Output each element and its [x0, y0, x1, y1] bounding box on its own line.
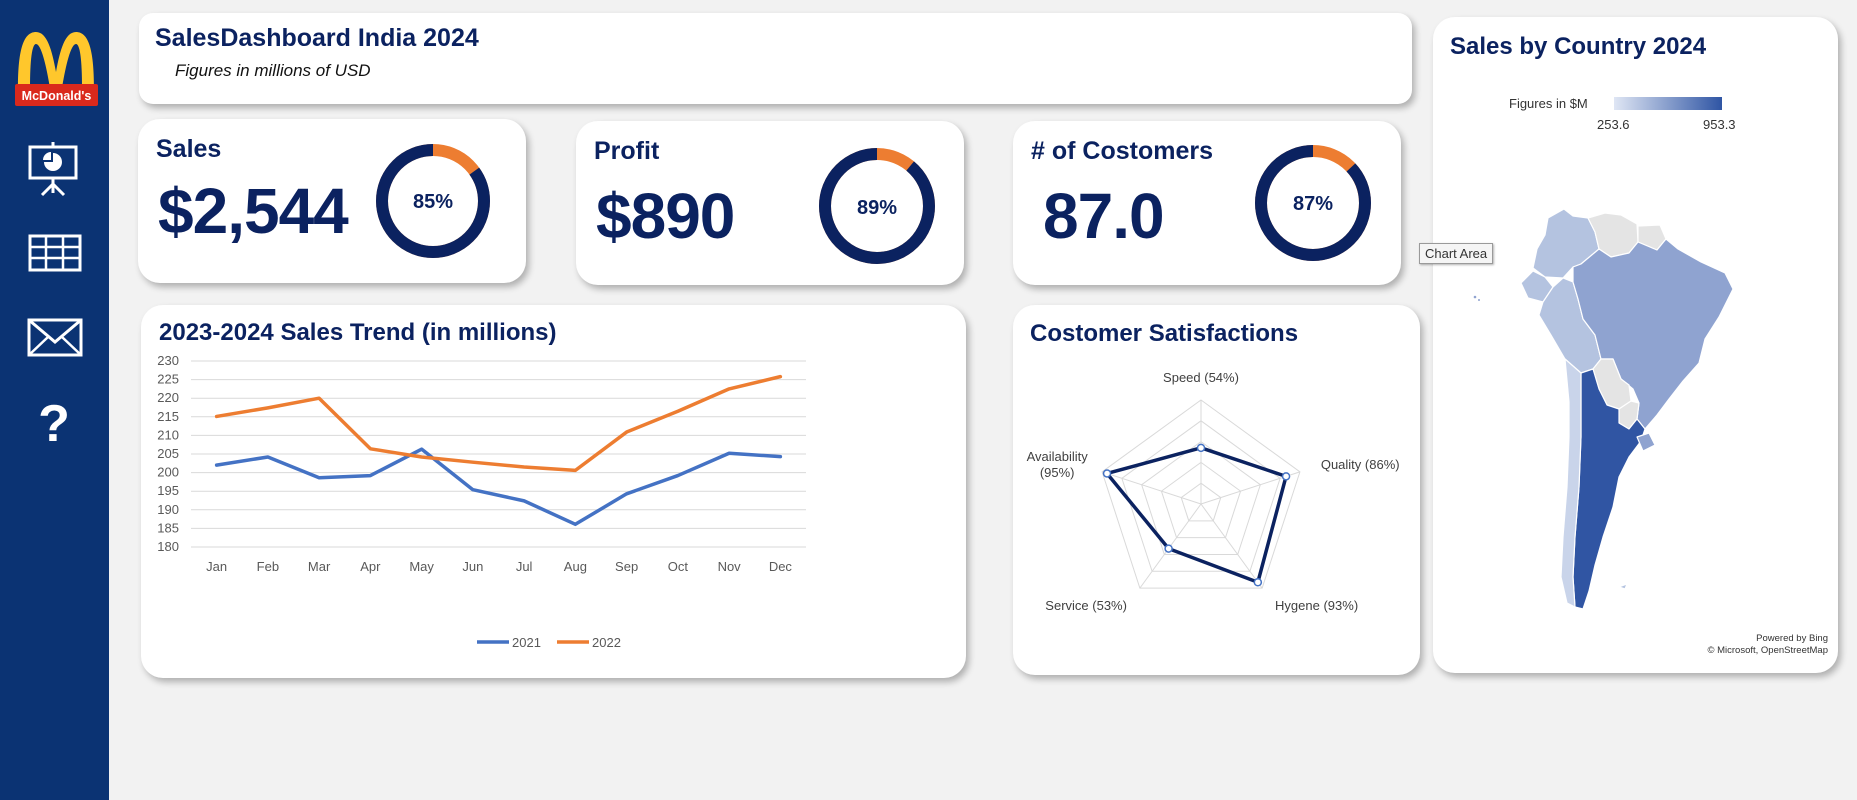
kpi-card-customers[interactable]: # of Costomers 87.0 87% [1013, 121, 1401, 285]
map-legend-max: 953.3 [1703, 117, 1736, 132]
kpi-donut-chart: 87% [1255, 145, 1371, 261]
chart-area-tooltip: Chart Area [1419, 243, 1494, 264]
radar-point[interactable] [1102, 469, 1112, 478]
map-credit-osm: © Microsoft, OpenStreetMap [1707, 645, 1828, 656]
sales-trend-line-chart[interactable]: 180 185 190 195 200 205 210 215 220 225 230 Jan Feb… [141, 305, 966, 678]
kpi-label: # of Costomers [1031, 137, 1213, 165]
sales-map[interactable]: Figures in $M 253.6 953.3 Powered by Bin… [1433, 17, 1838, 673]
y-tick-label: 215 [157, 409, 179, 424]
y-tick-label: 205 [157, 446, 179, 461]
help-icon: ? [38, 395, 70, 453]
satisfaction-radar-chart[interactable]: Speed (54%) Quality (86%) Hygene (93%) Serv… [1013, 305, 1420, 675]
mail-icon [27, 318, 83, 357]
page-subtitle: Figures in millions of USD [175, 61, 371, 80]
sidebar: McDonald's ? [0, 0, 109, 800]
radar-axis-label: Service (53%) [1045, 598, 1127, 613]
y-tick-label: 210 [157, 427, 179, 442]
x-tick-label: Sep [615, 559, 638, 574]
y-tick-label: 200 [157, 465, 179, 480]
kpi-value: $2,544 [158, 175, 349, 247]
y-tick-label: 190 [157, 502, 179, 517]
y-tick-label: 220 [157, 390, 179, 405]
x-tick-label: Dec [769, 559, 793, 574]
x-tick-label: Aug [564, 559, 587, 574]
x-tick-label: Apr [360, 559, 381, 574]
y-tick-label: 185 [157, 520, 179, 535]
series-line-2022[interactable] [214, 374, 783, 473]
sidebar-item-table[interactable] [22, 226, 88, 282]
kpi-donut-chart: 89% [819, 148, 935, 264]
y-tick-label: 230 [157, 353, 179, 368]
x-tick-label: Nov [718, 559, 742, 574]
presentation-icon [28, 142, 78, 197]
x-tick-label: Oct [668, 559, 689, 574]
sales-trend-card[interactable]: 2023-2024 Sales Trend (in millions) 180 1… [141, 305, 966, 678]
kpi-value: 87.0 [1043, 180, 1165, 252]
header-card: SalesDashboard India 2024 Figures in mil… [139, 13, 1412, 104]
country-map-card[interactable]: Sales by Country 2024 Figures in $M 253.… [1433, 17, 1838, 673]
legend-label: 2022 [592, 635, 621, 650]
map-credit-bing: Powered by Bing [1756, 633, 1828, 644]
sidebar-item-presentation[interactable] [22, 141, 88, 197]
sidebar-item-mail[interactable] [22, 310, 88, 366]
x-tick-label: Mar [308, 559, 331, 574]
sidebar-item-help[interactable]: ? [22, 393, 88, 453]
logo-text: McDonald's [22, 89, 92, 103]
legend-label: 2021 [512, 635, 541, 650]
page-title: SalesDashboard India 2024 [155, 24, 479, 52]
country-uruguay[interactable] [1636, 432, 1656, 452]
x-tick-label: Jan [206, 559, 227, 574]
kpi-card-profit[interactable]: Profit $890 89% [576, 121, 964, 285]
kpi-donut-chart: 85% [376, 144, 490, 258]
table-icon [28, 234, 82, 272]
x-tick-label: May [409, 559, 434, 574]
svg-text:?: ? [38, 395, 70, 449]
x-tick-label: Feb [257, 559, 279, 574]
y-tick-label: 180 [157, 539, 179, 554]
map-legend-title: Figures in $M [1509, 96, 1588, 111]
x-tick-label: Jul [516, 559, 533, 574]
kpi-label: Profit [594, 137, 660, 165]
donut-percent-label: 85% [413, 191, 453, 213]
radar-axis-label: Quality (86%) [1321, 457, 1400, 472]
radar-point[interactable] [1281, 472, 1291, 481]
satisfaction-card[interactable]: Costomer Satisfactions Speed (54%) Qualit… [1013, 305, 1420, 675]
radar-point[interactable] [1196, 443, 1206, 453]
map-legend-min: 253.6 [1597, 117, 1630, 132]
series-line-2021[interactable] [214, 447, 783, 527]
kpi-card-sales[interactable]: Sales $2,544 85% [138, 119, 526, 283]
south-america-map [1473, 208, 1734, 610]
donut-percent-label: 87% [1293, 193, 1333, 215]
x-tick-label: Jun [462, 559, 483, 574]
kpi-value: $890 [596, 180, 735, 252]
y-tick-label: 225 [157, 372, 179, 387]
radar-point[interactable] [1253, 577, 1263, 587]
mcdonalds-logo: McDonald's [15, 32, 98, 106]
radar-axis-label: Hygene (93%) [1275, 598, 1358, 613]
radar-axis-label: Availability (95%) [1027, 449, 1089, 480]
radar-point[interactable] [1164, 544, 1173, 553]
donut-percent-label: 89% [857, 197, 897, 219]
kpi-label: Sales [156, 135, 222, 163]
radar-axis-label: Speed (54%) [1163, 370, 1239, 385]
y-tick-label: 195 [157, 483, 179, 498]
map-legend-gradient [1614, 97, 1722, 110]
radar-spoke [1200, 503, 1263, 589]
